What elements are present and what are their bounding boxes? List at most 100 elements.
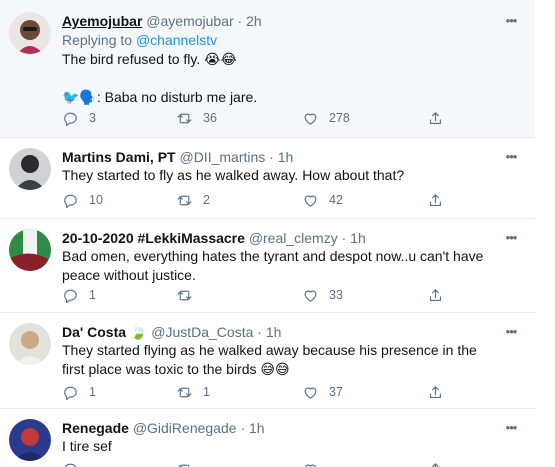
reply-button[interactable]: 1 bbox=[62, 383, 96, 401]
more-icon[interactable]: ••• bbox=[501, 150, 521, 164]
retweet-button[interactable]: 1 bbox=[176, 383, 210, 401]
action-bar: 10 2 42 bbox=[62, 191, 462, 209]
timestamp[interactable]: 1h bbox=[266, 324, 282, 340]
timestamp[interactable]: 2h bbox=[246, 13, 262, 29]
retweet-icon bbox=[177, 195, 192, 205]
display-name[interactable]: Da' Costa 🍃 bbox=[62, 324, 147, 340]
display-name[interactable]: Ayemojubar bbox=[62, 13, 142, 29]
avatar[interactable] bbox=[9, 419, 51, 461]
share-button[interactable] bbox=[427, 460, 454, 467]
action-bar: 1 33 bbox=[62, 286, 462, 304]
reply-button[interactable]: 10 bbox=[62, 191, 103, 209]
avatar-image bbox=[9, 12, 51, 54]
reply-icon bbox=[64, 289, 77, 303]
more-icon[interactable]: ••• bbox=[501, 325, 521, 339]
tweet-text: Bad omen, everything hates the tyrant an… bbox=[62, 248, 488, 283]
share-icon bbox=[432, 462, 439, 467]
avatar[interactable] bbox=[9, 12, 51, 54]
like-icon bbox=[304, 113, 317, 125]
like-icon bbox=[304, 464, 317, 467]
tweet-gidi-renegade[interactable]: Renegade @GidiRenegade · 1h ••• I tire s… bbox=[0, 409, 535, 467]
handle[interactable]: @GidiRenegade bbox=[133, 420, 237, 436]
tweet-header: 20-10-2020 #LekkiMassacre @real_clemzy ·… bbox=[62, 229, 495, 247]
share-icon bbox=[429, 288, 442, 301]
share-button[interactable] bbox=[427, 109, 454, 127]
share-button[interactable] bbox=[427, 383, 454, 401]
share-icon bbox=[429, 385, 442, 398]
reply-icon bbox=[64, 386, 77, 400]
avatar[interactable] bbox=[9, 229, 51, 271]
retweet-count: 2 bbox=[203, 193, 210, 207]
avatar[interactable] bbox=[9, 323, 51, 365]
retweet-icon bbox=[177, 464, 190, 467]
share-button[interactable] bbox=[427, 191, 454, 209]
display-name[interactable]: Renegade bbox=[62, 420, 129, 436]
reply-button[interactable]: 1 bbox=[62, 286, 96, 304]
more-icon[interactable]: ••• bbox=[501, 14, 521, 28]
like-count: 42 bbox=[329, 193, 343, 207]
more-icon[interactable]: ••• bbox=[501, 421, 521, 435]
display-name[interactable]: 20-10-2020 #LekkiMassacre bbox=[62, 230, 245, 246]
like-count: 37 bbox=[329, 385, 343, 399]
like-icon bbox=[304, 290, 317, 302]
tweet-text: I tire sef bbox=[62, 438, 112, 454]
avatar-image bbox=[9, 323, 51, 365]
replying-label: Replying to bbox=[62, 32, 133, 48]
replying-to: Replying to @channelstv bbox=[62, 31, 217, 49]
reply-icon bbox=[64, 463, 77, 467]
retweet-icon bbox=[177, 113, 192, 123]
avatar-image bbox=[9, 148, 51, 190]
reply-count: 3 bbox=[89, 111, 96, 125]
handle[interactable]: @JustDa_Costa bbox=[151, 324, 253, 340]
tweet-text: The bird refused to fly. 😭😂 🐦🗣️: Baba no… bbox=[62, 51, 258, 105]
tweet-header: Renegade @GidiRenegade · 1h bbox=[62, 419, 495, 437]
retweet-button[interactable]: 36 bbox=[176, 109, 217, 127]
like-icon bbox=[304, 195, 317, 207]
reply-count: 10 bbox=[89, 193, 103, 207]
reply-thread: Ayemojubar @ayemojubar · 2h ••• Replying… bbox=[0, 0, 535, 467]
retweet-button[interactable] bbox=[176, 460, 203, 467]
mention-link[interactable]: @channelstv bbox=[136, 32, 217, 48]
reply-button[interactable] bbox=[62, 460, 89, 467]
retweet-button[interactable]: 2 bbox=[176, 191, 210, 209]
like-button[interactable] bbox=[302, 460, 329, 467]
handle[interactable]: @real_clemzy bbox=[249, 230, 338, 246]
separator-dot: · bbox=[341, 230, 347, 246]
share-icon bbox=[429, 111, 442, 124]
avatar-image bbox=[9, 419, 51, 461]
page-margin bbox=[535, 0, 555, 467]
timestamp[interactable]: 1h bbox=[278, 149, 294, 165]
separator-dot: · bbox=[240, 420, 246, 436]
share-button[interactable] bbox=[427, 286, 454, 304]
retweet-icon bbox=[177, 387, 192, 397]
handle[interactable]: @DII_martins bbox=[179, 149, 265, 165]
handle[interactable]: @ayemojubar bbox=[146, 13, 233, 29]
tweet-header: Martins Dami, PT @DII_martins · 1h bbox=[62, 148, 495, 166]
reply-button[interactable]: 3 bbox=[62, 109, 96, 127]
action-bar: 1 1 37 bbox=[62, 383, 462, 401]
reply-icon bbox=[64, 112, 77, 126]
tweet-justda-costa[interactable]: Da' Costa 🍃 @JustDa_Costa · 1h ••• They … bbox=[0, 313, 535, 409]
like-button[interactable]: 37 bbox=[302, 383, 343, 401]
timestamp[interactable]: 1h bbox=[249, 420, 265, 436]
like-button[interactable]: 278 bbox=[302, 109, 350, 127]
like-icon bbox=[304, 387, 317, 399]
reply-count: 1 bbox=[89, 385, 96, 399]
tweet-real-clemzy[interactable]: 20-10-2020 #LekkiMassacre @real_clemzy ·… bbox=[0, 219, 535, 313]
timestamp[interactable]: 1h bbox=[350, 230, 366, 246]
avatar[interactable] bbox=[9, 148, 51, 190]
display-name[interactable]: Martins Dami, PT bbox=[62, 149, 176, 165]
tweet-ayemojubar[interactable]: Ayemojubar @ayemojubar · 2h ••• Replying… bbox=[0, 0, 535, 138]
like-button[interactable]: 42 bbox=[302, 191, 343, 209]
action-bar bbox=[62, 460, 462, 467]
action-bar: 3 36 278 bbox=[62, 109, 462, 127]
tweet-martins-dami[interactable]: Martins Dami, PT @DII_martins · 1h ••• T… bbox=[0, 138, 535, 219]
separator-dot: · bbox=[237, 13, 243, 29]
separator-dot: · bbox=[269, 149, 274, 165]
like-button[interactable]: 33 bbox=[302, 286, 343, 304]
tweet-header: Ayemojubar @ayemojubar · 2h bbox=[62, 12, 495, 30]
retweet-button[interactable] bbox=[176, 286, 203, 304]
reply-icon bbox=[64, 194, 77, 208]
reply-count: 1 bbox=[89, 288, 96, 302]
more-icon[interactable]: ••• bbox=[501, 231, 521, 245]
